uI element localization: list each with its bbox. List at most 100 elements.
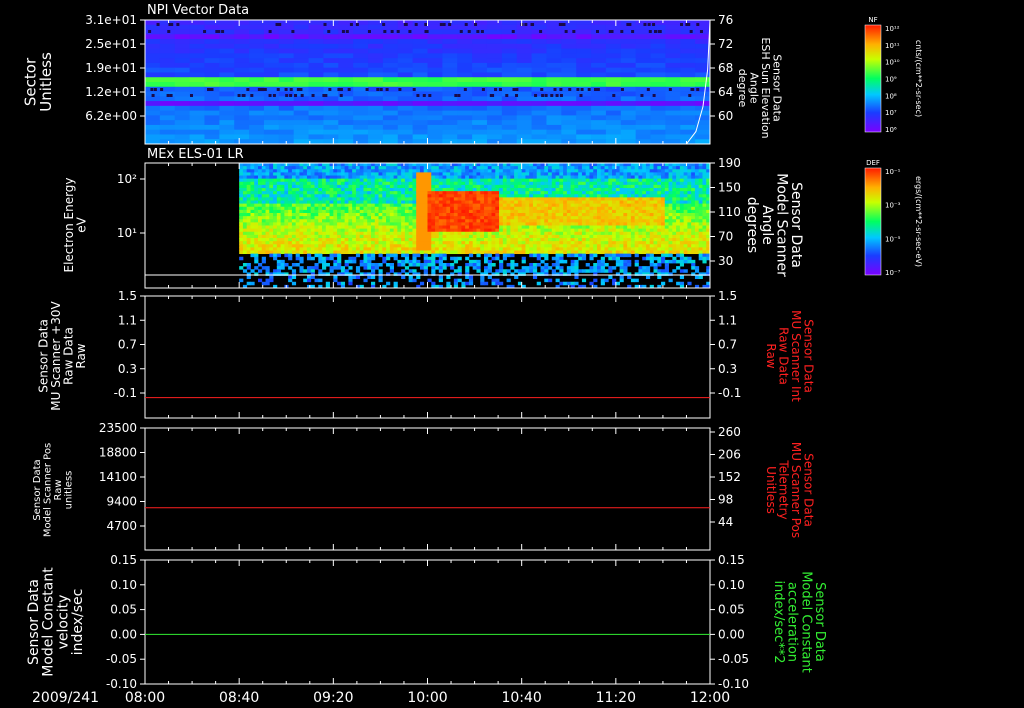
npi-cell (338, 62, 354, 69)
els-cell (487, 219, 492, 223)
npi-cell (368, 34, 384, 40)
els-cell (303, 278, 308, 283)
els-cell (344, 206, 349, 211)
els-cell (638, 225, 643, 230)
npi-speckle (339, 88, 343, 91)
els-cell (566, 219, 572, 223)
els-cell (419, 188, 425, 192)
npi-cell (442, 53, 458, 59)
els-cell (386, 194, 391, 198)
npi-cell (665, 39, 681, 45)
els-cell (465, 247, 470, 251)
els-cell (627, 178, 632, 183)
els-cell (657, 175, 662, 180)
els-cell (423, 191, 428, 195)
els-cell (536, 178, 541, 183)
els-cell (419, 206, 425, 211)
els-cell (318, 250, 323, 255)
npi-cell (353, 134, 369, 140)
els-cell (612, 203, 617, 208)
els-cell (340, 266, 346, 270)
npi-cell (234, 20, 250, 26)
els-cell (435, 244, 440, 248)
els-cell (649, 259, 654, 264)
npi-cell (665, 24, 681, 30)
els-cell (578, 169, 583, 173)
els-cell (442, 219, 447, 223)
els-cell (619, 228, 624, 233)
els-cell (657, 166, 662, 170)
els-cell (585, 166, 590, 170)
els-cell (427, 213, 432, 217)
els-cell (355, 244, 361, 248)
els-cell (551, 238, 556, 242)
els-cell (258, 247, 263, 251)
npi-cell (189, 129, 205, 135)
els-cell (570, 216, 575, 220)
els-cell (393, 219, 398, 223)
npi-cell (204, 105, 220, 112)
els-cell (367, 231, 372, 236)
npi-cell (293, 20, 310, 26)
els-cell (393, 256, 398, 261)
npi-cell (486, 105, 503, 112)
els-cell (273, 219, 278, 223)
els-cell (442, 191, 447, 195)
els-cell (322, 259, 327, 264)
els-cell (653, 169, 658, 173)
els-cell (457, 234, 462, 239)
els-cell (555, 200, 560, 205)
npi-cell (338, 39, 354, 45)
els-cell (265, 241, 270, 245)
els-cell (348, 184, 353, 189)
els-cell (280, 184, 285, 189)
npi-cell (219, 86, 235, 92)
npi-cell (278, 96, 295, 102)
els-cell (337, 250, 342, 255)
els-cell (333, 266, 338, 270)
els-cell (570, 263, 575, 267)
els-cell (484, 222, 489, 226)
els-cell (457, 228, 462, 233)
els-cell (367, 178, 372, 183)
npi-cell (382, 53, 399, 59)
els-cell (559, 188, 564, 192)
els-cell (529, 231, 534, 236)
npi-cell (412, 77, 428, 83)
els-cell (529, 263, 534, 267)
els-cell (495, 169, 500, 173)
els-cell (318, 238, 323, 242)
els-cell (540, 178, 545, 183)
els-cell (401, 238, 406, 242)
npi-cell (293, 101, 310, 107)
npi-cell (338, 72, 354, 78)
els-cell (484, 219, 489, 223)
els-cell (514, 247, 519, 251)
els-cell (250, 175, 255, 180)
els-cell (423, 269, 428, 273)
els-cell (438, 225, 443, 230)
els-cell (337, 231, 342, 236)
els-cell (566, 250, 572, 255)
els-cell (499, 269, 504, 273)
npi-cell (353, 20, 369, 26)
els-cell (401, 203, 406, 208)
els-cell (619, 269, 624, 273)
els-cell (291, 228, 297, 233)
els-cell (525, 200, 530, 205)
els-cell (397, 244, 402, 248)
els-cell (476, 175, 481, 180)
els-cell (593, 188, 598, 192)
els-cell (604, 200, 609, 205)
els-cell (337, 188, 342, 192)
els-cell (615, 200, 620, 205)
els-cell (653, 241, 658, 245)
els-cell (517, 175, 523, 180)
els-cell (291, 275, 297, 280)
els-cell (472, 184, 477, 189)
npi-cell (219, 67, 235, 73)
els-cell (371, 213, 376, 217)
els-cell (276, 259, 281, 264)
els-cell (506, 166, 511, 170)
npi-cell (546, 62, 562, 69)
